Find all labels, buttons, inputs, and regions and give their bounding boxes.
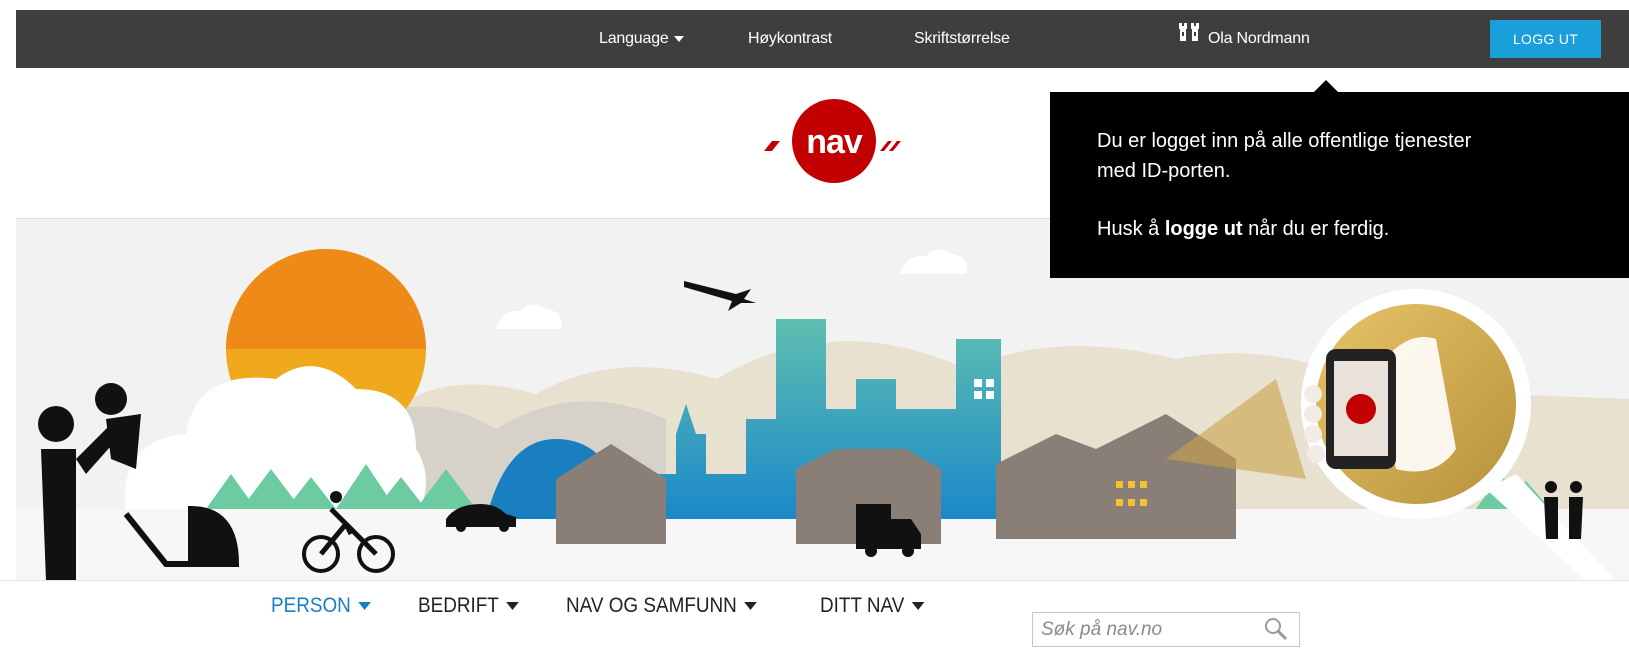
nav-item-bedrift[interactable]: BEDRIFT — [418, 593, 519, 619]
language-menu[interactable]: Language — [599, 10, 684, 68]
nav-item-ditt-nav[interactable]: DITT NAV — [820, 593, 925, 619]
main-navigation: PERSON BEDRIFT NAV OG SAMFUNN DITT NAV — [0, 580, 1629, 648]
tooltip-line-1: Du er logget inn på alle offentlige tjen… — [1097, 130, 1472, 152]
search-input[interactable] — [1041, 617, 1261, 643]
tooltip-line-3: Husk å logge ut når du er ferdig. — [1097, 214, 1389, 244]
chevron-down-icon — [358, 602, 371, 611]
login-info-tooltip: Du er logget inn på alle offentlige tjen… — [1050, 80, 1629, 278]
logout-button[interactable]: LOGG UT — [1490, 20, 1601, 58]
font-size-link[interactable]: Skriftstørrelse — [914, 10, 1010, 68]
tooltip-line-2: med ID-porten. — [1097, 160, 1231, 182]
language-label: Language — [599, 30, 669, 47]
logo-text: nav — [806, 123, 863, 161]
search-box — [1032, 612, 1300, 647]
tooltip-arrow — [1314, 80, 1338, 92]
top-bar: Language Høykontrast Skriftstørrelse Ola… — [16, 10, 1629, 68]
chevron-down-icon — [911, 602, 925, 611]
nav-item-person[interactable]: PERSON — [271, 593, 371, 619]
search-icon[interactable] — [1263, 616, 1289, 647]
nav-item-label: PERSON — [271, 594, 351, 617]
high-contrast-link[interactable]: Høykontrast — [748, 10, 832, 68]
user-name: Ola Nordmann — [1208, 30, 1310, 47]
chevron-down-icon — [506, 602, 519, 611]
tooltip-text: Husk å — [1097, 218, 1165, 240]
chevron-down-icon — [744, 602, 757, 611]
tooltip-text-end: når du er ferdig. — [1242, 218, 1390, 240]
nav-item-nav-og-samfunn[interactable]: NAV OG SAMFUNN — [566, 593, 757, 619]
chevron-down-icon — [673, 35, 684, 42]
user-menu[interactable]: Ola Nordmann — [1178, 10, 1310, 68]
nav-item-label: BEDRIFT — [418, 594, 499, 617]
nav-item-label: DITT NAV — [820, 594, 905, 617]
nav-item-label: NAV OG SAMFUNN — [566, 594, 737, 617]
nav-logo[interactable]: nav — [762, 93, 912, 194]
tooltip-logout-emphasis: logge ut — [1164, 218, 1243, 240]
id-porten-icon — [1178, 8, 1200, 66]
